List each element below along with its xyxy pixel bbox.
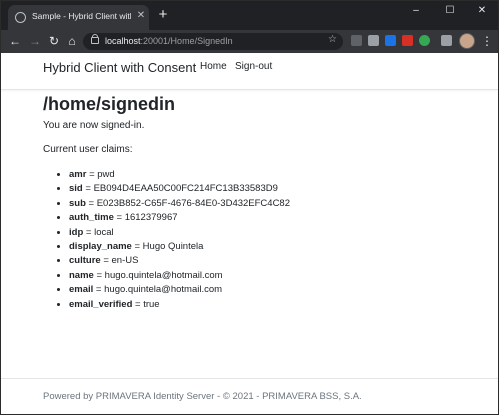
page-title: /home/signedin (43, 94, 176, 114)
reload-icon[interactable]: ↻ (46, 33, 62, 49)
claim-value: hugo.quintela@hotmail.com (104, 269, 223, 281)
claim-item: sub = E023B852-C65F-4676-84E0-3D432EFC4C… (69, 197, 483, 211)
claim-separator: = (132, 298, 144, 310)
claim-value: pwd (97, 169, 115, 180)
new-tab-button[interactable]: + (154, 6, 172, 24)
globe-icon (15, 12, 26, 23)
claim-key: auth_time (69, 212, 114, 224)
claims-list: amr = pwdsid = EB094D4EAA50C00FC214FC13B… (43, 168, 483, 312)
brand-link[interactable]: Hybrid Client with Consent (43, 60, 196, 75)
nav-link-home[interactable]: Home (200, 61, 227, 72)
minimize-button[interactable]: – (401, 1, 431, 21)
claim-separator: = (113, 212, 125, 224)
claim-separator: = (82, 183, 94, 195)
claim-item: culture = en-US (69, 254, 483, 268)
claim-separator: = (93, 269, 105, 281)
claim-separator: = (100, 255, 112, 267)
lock-icon[interactable] (91, 34, 99, 44)
browser-toolbar: ← → ↻ ⌂ localhost:20001/Home/SignedIn ☆ … (1, 30, 498, 53)
claim-key: email_verified (69, 298, 133, 310)
footer-text: Powered by PRIMAVERA Identity Server - ©… (43, 391, 362, 402)
claim-item: display_name = Hugo Quintela (69, 240, 483, 254)
claim-separator: = (93, 284, 105, 296)
extension-icon[interactable] (385, 35, 396, 46)
claim-key: email (69, 284, 94, 296)
claim-key: amr (69, 169, 87, 180)
claim-item: email = hugo.quintela@hotmail.com (69, 283, 483, 297)
nav-link-sign-out[interactable]: Sign-out (235, 61, 272, 72)
puzzle-icon[interactable] (441, 35, 452, 46)
tab-strip: Sample - Hybrid Client with Cons ✕ + – ☐… (1, 1, 498, 30)
browser-window: Sample - Hybrid Client with Cons ✕ + – ☐… (0, 0, 499, 415)
claim-separator: = (83, 226, 95, 238)
claim-value: Hugo Quintela (142, 241, 204, 253)
claim-value: EB094D4EAA50C00FC214FC13B33583D9 (93, 183, 278, 195)
extension-icon[interactable] (368, 35, 379, 46)
claim-key: idp (69, 226, 84, 238)
back-arrow-icon[interactable]: ← (7, 33, 23, 49)
claim-separator: = (131, 241, 143, 253)
claim-value: hugo.quintela@hotmail.com (104, 284, 223, 296)
claim-key: sub (69, 197, 86, 209)
claim-value: en-US (111, 255, 139, 267)
claim-separator: = (85, 197, 97, 209)
signed-in-message: You are now signed-in. (43, 120, 145, 131)
footer: Powered by PRIMAVERA Identity Server - ©… (1, 378, 498, 414)
home-icon[interactable]: ⌂ (64, 33, 80, 49)
claim-key: name (69, 269, 94, 281)
claim-separator: = (86, 169, 98, 180)
claim-key: culture (69, 255, 101, 267)
claim-item: amr = pwd (69, 168, 483, 182)
claim-item: auth_time = 1612379967 (69, 211, 483, 225)
claim-item: idp = local (69, 226, 483, 240)
avatar[interactable] (459, 33, 475, 49)
tab-title: Sample - Hybrid Client with Cons (32, 11, 131, 21)
claim-key: display_name (69, 241, 132, 253)
window-close-button[interactable]: ✕ (467, 1, 497, 21)
three-dots-icon[interactable]: ⋮ (480, 33, 494, 49)
claim-item: name = hugo.quintela@hotmail.com (69, 269, 483, 283)
claim-value: local (94, 226, 114, 238)
claim-item: sid = EB094D4EAA50C00FC214FC13B33583D9 (69, 182, 483, 196)
address-bar[interactable]: localhost:20001/Home/SignedIn ☆ (83, 33, 343, 50)
star-icon[interactable]: ☆ (328, 34, 337, 45)
browser-tab[interactable]: Sample - Hybrid Client with Cons ✕ (8, 5, 149, 30)
url-text[interactable]: localhost:20001/Home/SignedIn (105, 36, 233, 46)
claim-value: 1612379967 (124, 212, 178, 224)
main-content: /home/signedin You are now signed-in. Cu… (43, 93, 483, 312)
pdf-extension-icon[interactable] (402, 35, 413, 46)
claim-key: sid (69, 183, 83, 195)
claim-value: true (143, 298, 160, 310)
web-page: Hybrid Client with Consent Home Sign-out… (1, 53, 498, 414)
site-navbar: Hybrid Client with Consent Home Sign-out (1, 53, 498, 90)
claim-value: E023B852-C65F-4676-84E0-3D432EFC4C82 (96, 197, 291, 209)
claims-heading: Current user claims: (43, 144, 133, 155)
extension-icon[interactable] (419, 35, 430, 46)
tab-close-icon[interactable]: ✕ (134, 9, 148, 23)
claim-item: email_verified = true (69, 298, 483, 312)
forward-arrow-icon[interactable]: → (27, 33, 43, 49)
extension-icon[interactable] (351, 35, 362, 46)
maximize-button[interactable]: ☐ (435, 1, 465, 21)
